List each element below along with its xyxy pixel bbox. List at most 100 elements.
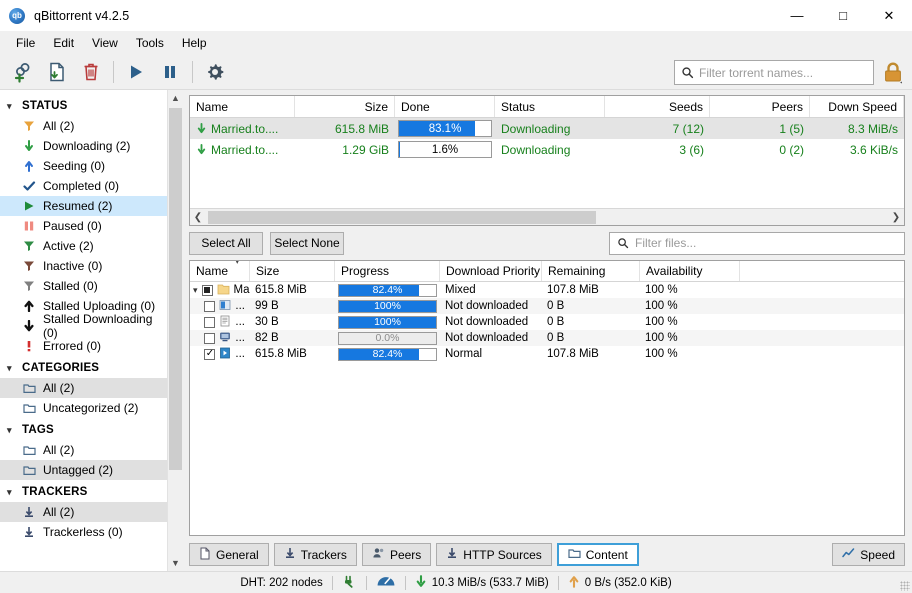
sidebar-item-label: All (2): [43, 443, 74, 457]
tab-speed[interactable]: Speed: [832, 543, 905, 566]
file-name: ...: [235, 316, 245, 328]
add-torrent-file-button[interactable]: [40, 56, 74, 88]
delete-button[interactable]: [74, 56, 108, 88]
file-checkbox[interactable]: [204, 301, 215, 312]
speedometer-icon[interactable]: [376, 574, 396, 591]
sidebar-scrollbar[interactable]: ▲ ▼: [167, 90, 182, 571]
file-priority[interactable]: Not downloaded: [440, 298, 542, 314]
sidebar-section-status[interactable]: ▾ STATUS: [0, 96, 167, 116]
tab-content[interactable]: Content: [557, 543, 639, 566]
column-header-file-name[interactable]: Name ▾: [190, 261, 250, 281]
sidebar-item-paused[interactable]: Paused (0): [0, 216, 167, 236]
sidebar-scrollbar-thumb[interactable]: [169, 108, 182, 470]
table-row[interactable]: ▾ Mar... 615.8 MiB 82.4% Mixed 107.8 MiB: [190, 282, 904, 298]
sidebar-item-untagged[interactable]: Untagged (2): [0, 460, 167, 480]
menu-tools[interactable]: Tools: [127, 33, 173, 53]
torrent-filter-input[interactable]: Filter torrent names...: [674, 60, 874, 85]
sidebar-item-uncategorized[interactable]: Uncategorized (2): [0, 398, 167, 418]
menu-file[interactable]: File: [7, 33, 44, 53]
sidebar-item-stalled-downloading[interactable]: Stalled Downloading (0): [0, 316, 167, 336]
table-row[interactable]: ... 30 B 100% Not downloaded 0 B 100 %: [190, 314, 904, 330]
options-button[interactable]: [198, 56, 232, 88]
hscrollbar-track[interactable]: [206, 210, 888, 225]
tab-general-label: General: [216, 548, 259, 562]
column-header-availability[interactable]: Availability: [640, 261, 740, 281]
column-header-file-size[interactable]: Size: [250, 261, 335, 281]
sidebar-item-downloading[interactable]: Downloading (2): [0, 136, 167, 156]
file-priority[interactable]: Not downloaded: [440, 314, 542, 330]
column-header-file-progress[interactable]: Progress: [335, 261, 440, 281]
column-header-download-priority[interactable]: Download Priority: [440, 261, 542, 281]
file-checkbox[interactable]: ✓: [204, 349, 215, 360]
tab-peers[interactable]: Peers: [362, 543, 431, 566]
folder-icon: [22, 401, 36, 415]
file-remaining: 107.8 MiB: [542, 346, 640, 362]
scroll-down-icon[interactable]: ▼: [168, 555, 183, 571]
tab-trackers[interactable]: Trackers: [274, 543, 357, 566]
menu-edit[interactable]: Edit: [44, 33, 83, 53]
sidebar-item-active[interactable]: Active (2): [0, 236, 167, 256]
plug-icon[interactable]: [342, 574, 357, 592]
arrow-up-icon: [22, 159, 36, 173]
progress-bar: 100%: [338, 300, 437, 313]
file-priority[interactable]: Not downloaded: [440, 330, 542, 346]
table-row[interactable]: Married.to.... 1.29 GiB 1.6% Downloading…: [190, 139, 904, 160]
file-checkbox[interactable]: [204, 317, 215, 328]
column-header-down-speed[interactable]: Down Speed: [810, 96, 904, 117]
torrent-list-hscrollbar[interactable]: ❮ ❯: [190, 208, 904, 225]
sidebar-item-tags-all[interactable]: All (2): [0, 440, 167, 460]
menu-help[interactable]: Help: [173, 33, 216, 53]
file-priority[interactable]: Mixed: [440, 282, 542, 298]
sidebar-item-trackerless[interactable]: Trackerless (0): [0, 522, 167, 542]
file-checkbox[interactable]: [204, 333, 215, 344]
sidebar-section-trackers[interactable]: ▾ TRACKERS: [0, 482, 167, 502]
resize-grip[interactable]: [900, 581, 910, 591]
table-row[interactable]: ... 82 B 0.0% Not downloaded 0 B 100 %: [190, 330, 904, 346]
scroll-up-icon[interactable]: ▲: [168, 90, 183, 106]
menu-view[interactable]: View: [83, 33, 127, 53]
column-header-size[interactable]: Size: [295, 96, 395, 117]
sidebar-item-trackers-all[interactable]: All (2): [0, 502, 167, 522]
scroll-right-icon[interactable]: ❯: [888, 212, 904, 223]
funnel-icon: [22, 239, 36, 253]
start-button[interactable]: [119, 56, 153, 88]
file-filter-input[interactable]: Filter files...: [609, 232, 905, 255]
sidebar-section-categories[interactable]: ▾ CATEGORIES: [0, 358, 167, 378]
expander-icon[interactable]: ▾: [193, 285, 198, 296]
file-priority[interactable]: Normal: [440, 346, 542, 362]
tab-general[interactable]: General: [189, 543, 269, 566]
maximize-button[interactable]: □: [820, 0, 866, 31]
select-none-button[interactable]: Select None: [270, 232, 344, 255]
toolbar-separator-1: [113, 61, 114, 83]
hscrollbar-thumb[interactable]: [208, 211, 596, 224]
tab-http-sources[interactable]: HTTP Sources: [436, 543, 551, 566]
column-header-status[interactable]: Status: [495, 96, 605, 117]
scroll-left-icon[interactable]: ❮: [190, 212, 206, 223]
column-header-remaining[interactable]: Remaining: [542, 261, 640, 281]
sidebar-item-seeding[interactable]: Seeding (0): [0, 156, 167, 176]
table-row[interactable]: ... 99 B 100% Not downloaded 0 B 100 %: [190, 298, 904, 314]
column-header-name[interactable]: Name: [190, 96, 295, 117]
sidebar-item-label: Untagged (2): [43, 463, 113, 477]
column-header-seeds[interactable]: Seeds: [605, 96, 710, 117]
sidebar-item-completed[interactable]: Completed (0): [0, 176, 167, 196]
table-row[interactable]: ✓ ... 615.8 MiB 82.4% Normal 107.8 MiB 1…: [190, 346, 904, 362]
close-icon: ✕: [884, 8, 895, 24]
sidebar-item-categories-all[interactable]: All (2): [0, 378, 167, 398]
pause-button[interactable]: [153, 56, 187, 88]
sidebar-item-inactive[interactable]: Inactive (0): [0, 256, 167, 276]
add-torrent-link-button[interactable]: [6, 56, 40, 88]
close-button[interactable]: ✕: [866, 0, 912, 31]
sidebar-item-resumed[interactable]: Resumed (2): [0, 196, 167, 216]
select-all-button[interactable]: Select All: [189, 232, 263, 255]
add-link-icon: [12, 61, 34, 83]
minimize-button[interactable]: —: [774, 0, 820, 31]
table-row[interactable]: Married.to.... 615.8 MiB 83.1% Downloadi…: [190, 118, 904, 139]
sidebar-section-tags[interactable]: ▾ TAGS: [0, 420, 167, 440]
sidebar-item-stalled[interactable]: Stalled (0): [0, 276, 167, 296]
lock-button[interactable]: [880, 59, 906, 86]
sidebar-item-all[interactable]: All (2): [0, 116, 167, 136]
column-header-done[interactable]: Done: [395, 96, 495, 117]
column-header-peers[interactable]: Peers: [710, 96, 810, 117]
file-checkbox[interactable]: [202, 285, 213, 296]
